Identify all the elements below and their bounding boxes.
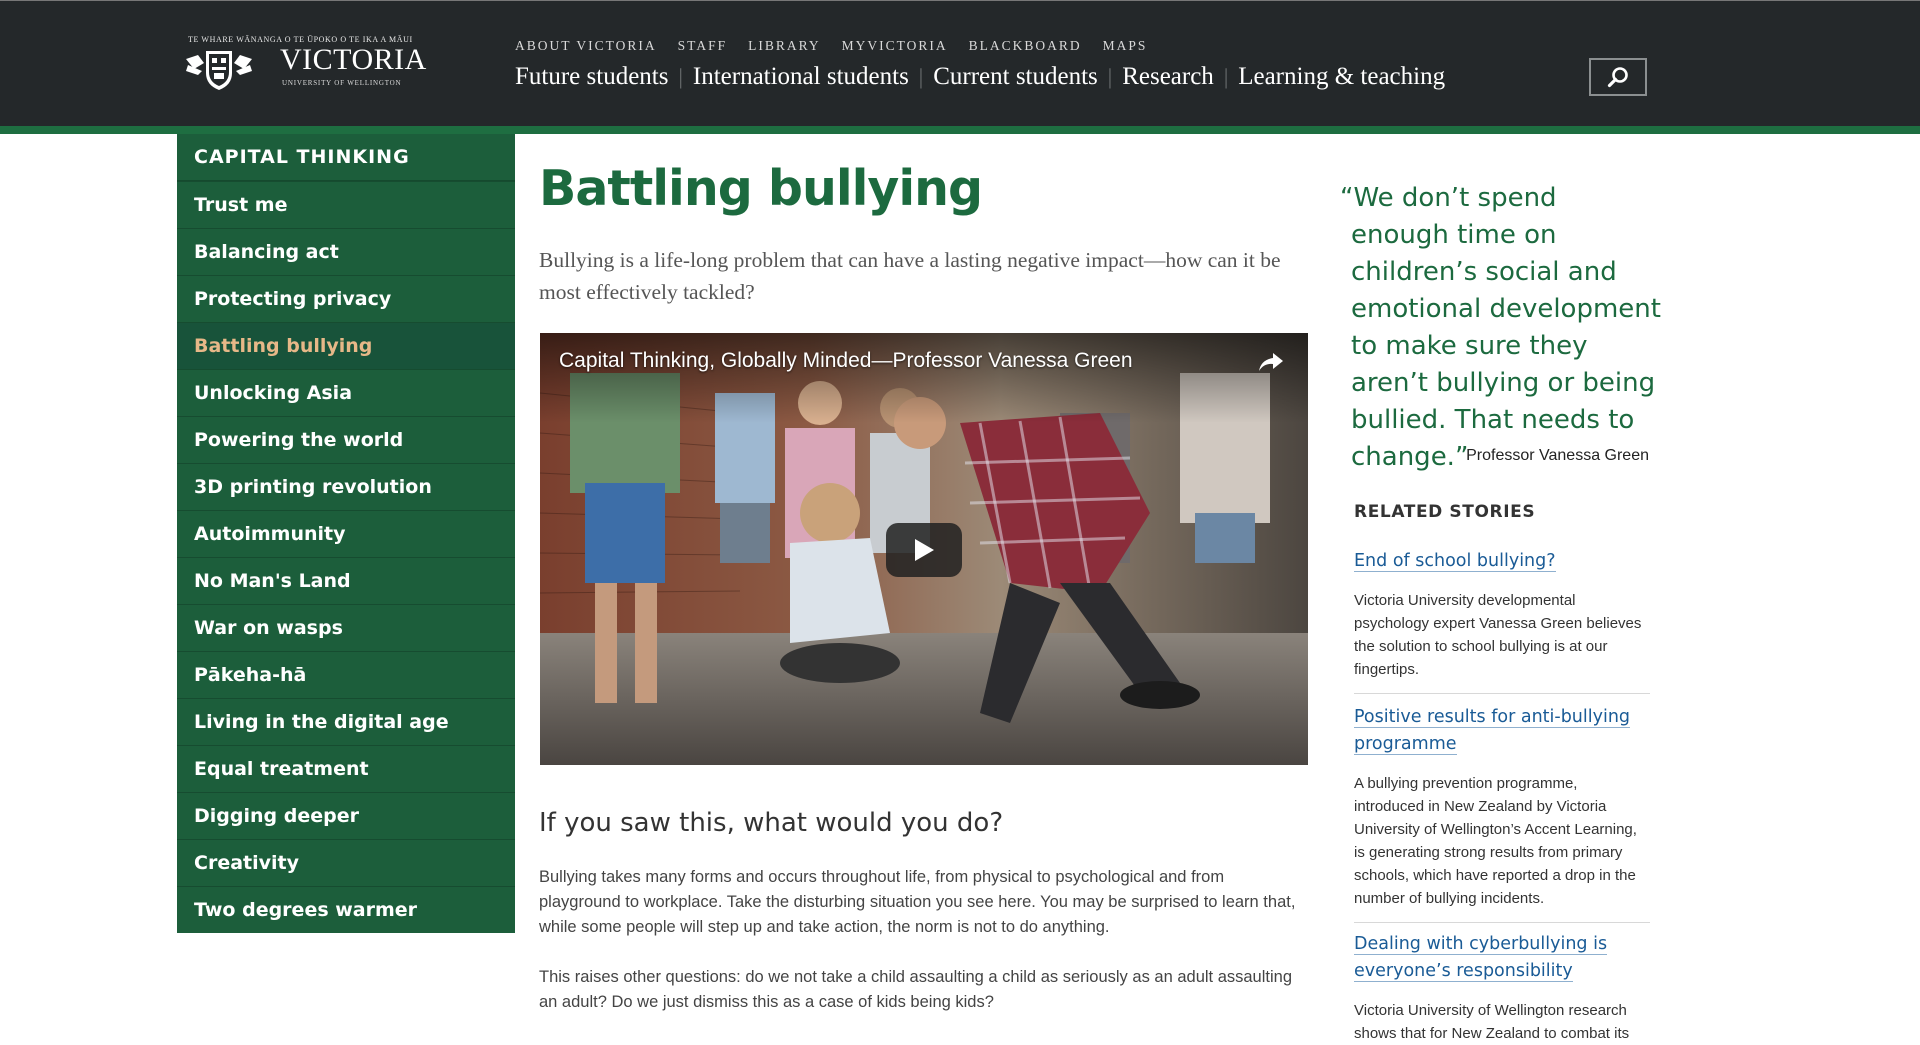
lead-paragraph: Bullying is a life-long problem that can… xyxy=(539,248,1281,304)
utility-link-myvictoria[interactable]: MYVICTORIA xyxy=(842,38,948,54)
sidebar-item-autoimmunity[interactable]: Autoimmunity xyxy=(177,510,515,557)
sidebar-item-creativity[interactable]: Creativity xyxy=(177,839,515,886)
header-accent-bar xyxy=(0,126,1920,134)
nav-separator: | xyxy=(1223,64,1229,89)
body-paragraph: This raises other questions: do we not t… xyxy=(539,968,1293,1011)
nav-current-students[interactable]: Current students xyxy=(933,63,1098,91)
university-logo[interactable]: TE WHARE WĀNANGA O TE ŪPOKO O TE IKA A M… xyxy=(184,33,426,91)
sidebar-item-equal-treatment[interactable]: Equal treatment xyxy=(177,745,515,792)
sidebar-item-no-mans-land[interactable]: No Man's Land xyxy=(177,557,515,604)
sidebar-item-unlocking-asia[interactable]: Unlocking Asia xyxy=(177,369,515,416)
utility-link-blackboard[interactable]: BLACKBOARD xyxy=(969,38,1082,54)
related-story-summary: Victoria University of Wellington resear… xyxy=(1354,1002,1630,1042)
play-button[interactable] xyxy=(886,523,962,577)
video-player[interactable]: Capital Thinking, Globally Minded—Profes… xyxy=(540,333,1308,765)
sidebar-item-trust-me[interactable]: Trust me xyxy=(177,181,515,228)
related-story: Positive results for anti-bullying progr… xyxy=(1354,704,1650,923)
related-story-link[interactable]: Positive results for anti-bullying progr… xyxy=(1354,707,1631,755)
related-story-link[interactable]: End of school bullying? xyxy=(1354,551,1556,572)
related-story-link[interactable]: Dealing with cyberbullying is everyone’s… xyxy=(1354,934,1608,982)
nav-learning-teaching[interactable]: Learning & teaching xyxy=(1238,63,1445,91)
related-story-summary: A bullying prevention programme, introdu… xyxy=(1354,775,1637,907)
sidebar-heading[interactable]: CAPITAL THINKING xyxy=(177,134,515,181)
body-paragraph: Bullying takes many forms and occurs thr… xyxy=(539,868,1296,936)
sidebar-item-digital-age[interactable]: Living in the digital age xyxy=(177,698,515,745)
quote-author: Professor Vanessa Green xyxy=(1466,447,1649,464)
related-story-summary: Victoria University developmental psycho… xyxy=(1354,592,1642,678)
logo-name: VICTORIA xyxy=(280,43,427,76)
sidebar-item-battling-bullying[interactable]: Battling bullying xyxy=(177,322,515,369)
nav-future-students[interactable]: Future students xyxy=(515,63,668,91)
nav-international-students[interactable]: International students xyxy=(693,63,909,91)
nav-separator: | xyxy=(918,64,924,89)
section-sidebar: CAPITAL THINKING Trust me Balancing act … xyxy=(177,134,515,933)
search-icon xyxy=(1607,67,1628,88)
section-heading: If you saw this, what would you do? xyxy=(539,808,1004,838)
sidebar-item-powering-the-world[interactable]: Powering the world xyxy=(177,416,515,463)
divider xyxy=(1354,693,1650,694)
logo-subtitle: UNIVERSITY OF WELLINGTON xyxy=(282,79,402,87)
utility-link-library[interactable]: LIBRARY xyxy=(748,38,821,54)
play-icon xyxy=(915,539,934,561)
utility-link-about[interactable]: ABOUT VICTORIA xyxy=(515,38,657,54)
sidebar-item-balancing-act[interactable]: Balancing act xyxy=(177,228,515,275)
sidebar-item-two-degrees-warmer[interactable]: Two degrees warmer xyxy=(177,886,515,933)
nav-separator: | xyxy=(678,64,683,89)
pull-quote: “We don’t spend enough time on children’… xyxy=(1340,183,1661,472)
main-nav: Future students | International students… xyxy=(515,63,1445,91)
related-story: End of school bullying? Victoria Univers… xyxy=(1354,548,1650,694)
nav-research[interactable]: Research xyxy=(1122,63,1214,91)
related-stories-heading: RELATED STORIES xyxy=(1354,502,1536,522)
utility-link-maps[interactable]: MAPS xyxy=(1103,38,1148,54)
utility-nav: ABOUT VICTORIA STAFF LIBRARY MYVICTORIA … xyxy=(515,38,1168,54)
video-title[interactable]: Capital Thinking, Globally Minded—Profes… xyxy=(559,349,1133,373)
divider xyxy=(1354,922,1650,923)
sidebar-item-pakeha-ha[interactable]: Pākeha-hā xyxy=(177,651,515,698)
search-button[interactable] xyxy=(1589,58,1647,96)
sidebar-item-war-on-wasps[interactable]: War on wasps xyxy=(177,604,515,651)
related-story: Dealing with cyberbullying is everyone’s… xyxy=(1354,931,1650,1045)
sidebar-item-digging-deeper[interactable]: Digging deeper xyxy=(177,792,515,839)
site-header: TE WHARE WĀNANGA O TE ŪPOKO O TE IKA A M… xyxy=(0,0,1920,128)
sidebar-item-protecting-privacy[interactable]: Protecting privacy xyxy=(177,275,515,322)
utility-link-staff[interactable]: STAFF xyxy=(678,38,727,54)
share-icon[interactable] xyxy=(1257,350,1285,374)
crest-icon xyxy=(186,51,252,90)
nav-separator: | xyxy=(1107,64,1113,89)
sidebar-item-3d-printing[interactable]: 3D printing revolution xyxy=(177,463,515,510)
page-title: Battling bullying xyxy=(539,160,983,217)
